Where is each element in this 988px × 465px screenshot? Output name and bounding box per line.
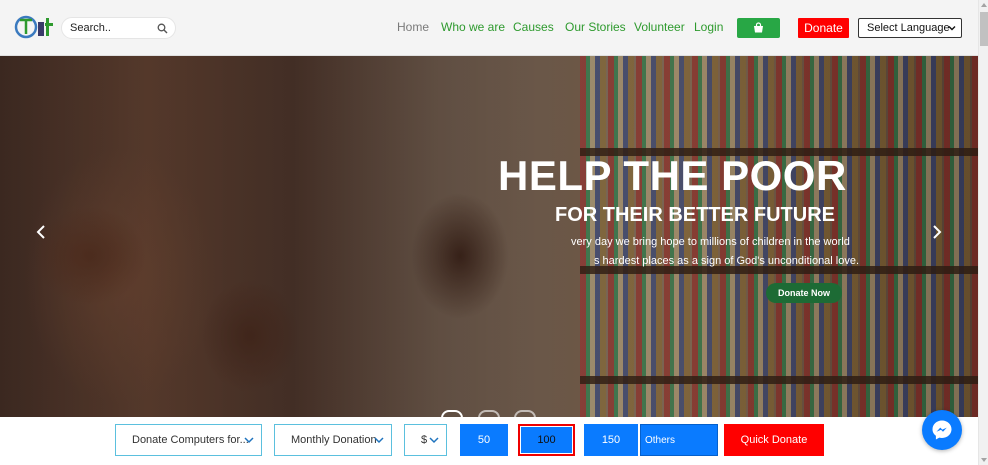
slider-indicators xyxy=(438,410,538,417)
donate-button[interactable]: Donate xyxy=(798,18,849,38)
campaign-select[interactable]: Donate Computers for... xyxy=(115,424,262,456)
hero-description-line-2: s hardest places as a sign of God's unco… xyxy=(594,255,860,267)
search-input[interactable] xyxy=(70,22,155,34)
campaign-select-value: Donate Computers for... xyxy=(132,434,249,446)
hero-subtitle: FOR THEIR BETTER FUTURE xyxy=(555,204,835,226)
scroll-down-arrow[interactable] xyxy=(981,458,987,462)
chevron-down-icon xyxy=(244,437,254,444)
messenger-chat-button[interactable] xyxy=(922,410,962,450)
site-logo[interactable] xyxy=(14,14,56,40)
search-icon[interactable] xyxy=(157,23,168,34)
hero-slider: HELP THE POOR FOR THEIR BETTER FUTURE ve… xyxy=(0,56,978,417)
slider-dot[interactable] xyxy=(441,410,463,417)
nav-causes[interactable]: Causes xyxy=(513,20,554,34)
hero-description-line-1: very day we bring hope to millions of ch… xyxy=(571,236,850,248)
search-box[interactable] xyxy=(61,17,176,39)
language-select[interactable]: Select Language xyxy=(858,18,962,38)
other-amount-input[interactable]: Others xyxy=(640,424,718,456)
nav-volunteer[interactable]: Volunteer xyxy=(634,20,685,34)
slider-next-icon[interactable] xyxy=(930,224,944,240)
nav-who-we-are[interactable]: Who we are xyxy=(441,20,505,34)
chevron-down-icon xyxy=(374,437,384,444)
page-scrollbar[interactable] xyxy=(978,0,988,465)
hero-title: HELP THE POOR xyxy=(498,152,847,199)
messenger-icon xyxy=(932,420,952,440)
nav-our-stories[interactable]: Our Stories xyxy=(565,20,626,34)
amount-option-50[interactable]: 50 xyxy=(460,424,508,456)
frequency-select[interactable]: Monthly Donation xyxy=(274,424,392,456)
site-header: Home Who we are Causes Our Stories Volun… xyxy=(0,0,978,56)
hero-donate-now-button[interactable]: Donate Now xyxy=(766,283,842,303)
slider-dot[interactable] xyxy=(478,410,500,417)
currency-select-value: $ xyxy=(421,434,428,446)
cart-button[interactable] xyxy=(737,18,780,38)
amount-option-100[interactable]: 100 xyxy=(518,424,575,456)
amount-option-150[interactable]: 150 xyxy=(584,424,638,456)
chevron-down-icon xyxy=(429,437,439,444)
nav-login[interactable]: Login xyxy=(694,20,723,34)
quick-donate-button[interactable]: Quick Donate xyxy=(724,424,824,456)
slider-dot[interactable] xyxy=(514,410,536,417)
amount-option-label: 100 xyxy=(520,426,573,454)
shopping-bag-icon xyxy=(754,22,763,33)
scroll-up-arrow[interactable] xyxy=(981,3,987,7)
frequency-select-value: Monthly Donation xyxy=(291,434,377,446)
chevron-down-icon xyxy=(948,26,956,31)
scroll-thumb[interactable] xyxy=(980,12,988,46)
currency-select[interactable]: $ xyxy=(404,424,447,456)
language-select-label: Select Language xyxy=(867,22,950,34)
slider-prev-icon[interactable] xyxy=(34,224,48,240)
nav-home[interactable]: Home xyxy=(397,20,429,34)
